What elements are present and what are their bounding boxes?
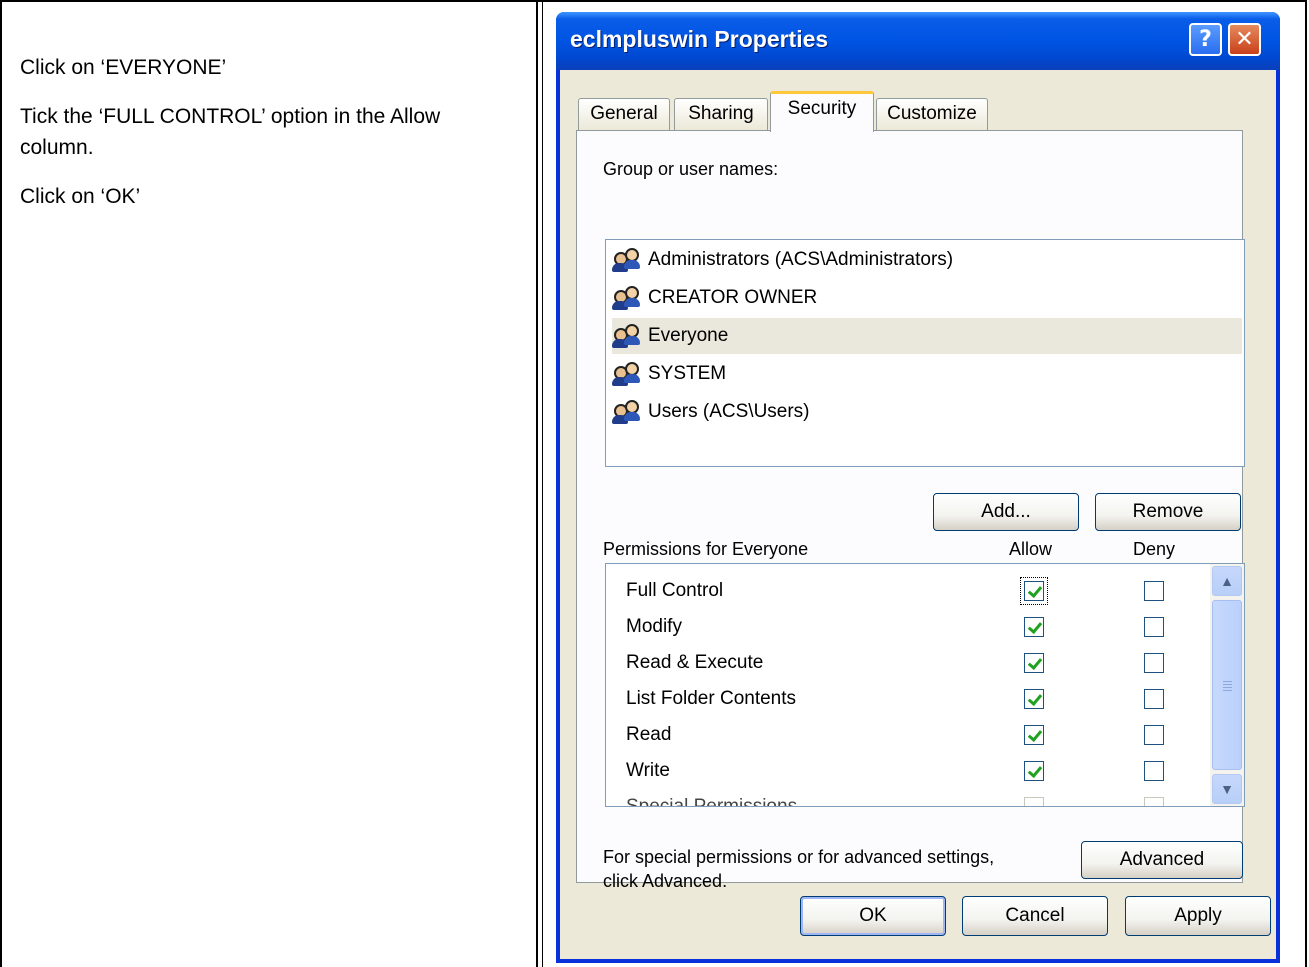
permissions-list[interactable]: Full Control Modify Read & Execute List … [605, 563, 1245, 807]
user-row-creator-owner[interactable]: CREATOR OWNER [612, 280, 1242, 316]
instruction-step-2: Tick the ‘FULL CONTROL’ option in the Al… [20, 105, 441, 159]
title-bar[interactable]: eclmpluswin Properties ? ✕ [556, 12, 1280, 70]
user-listbox[interactable]: Administrators (ACS\Administrators) CREA… [605, 239, 1245, 467]
deny-checkbox-read[interactable] [1144, 725, 1164, 745]
deny-checkbox-read-execute[interactable] [1144, 653, 1164, 673]
user-name: Administrators (ACS\Administrators) [648, 249, 954, 270]
tab-sharing[interactable]: Sharing [674, 98, 768, 130]
deny-header: Deny [1133, 539, 1176, 559]
dialog-body: General Sharing Security Customize Group… [560, 70, 1276, 959]
deny-checkbox-full-control[interactable] [1144, 581, 1164, 601]
chevron-up-icon: ▲ [1220, 573, 1234, 589]
properties-dialog: eclmpluswin Properties ? ✕ General Shari… [556, 12, 1280, 963]
permissions-scrollbar[interactable]: ▲ ▼ [1210, 564, 1244, 806]
advanced-hint-1: For special permissions or for advanced … [603, 847, 995, 867]
scroll-down-button[interactable]: ▼ [1212, 774, 1242, 804]
allow-checkbox-special [1024, 797, 1044, 806]
user-row-everyone[interactable]: Everyone [612, 318, 1242, 354]
deny-checkbox-write[interactable] [1144, 761, 1164, 781]
add-button[interactable]: Add... [933, 493, 1079, 531]
close-icon: ✕ [1235, 27, 1254, 52]
permission-name: Read & Execute [626, 652, 764, 673]
permission-name: List Folder Contents [626, 688, 797, 709]
user-name: Everyone [648, 325, 729, 346]
permission-name: Read [626, 724, 672, 745]
cancel-button[interactable]: Cancel [962, 896, 1108, 936]
security-panel: Group or user names: Administrators (ACS… [576, 130, 1245, 891]
close-button[interactable]: ✕ [1228, 23, 1261, 56]
help-icon: ? [1199, 27, 1212, 52]
apply-button[interactable]: Apply [1125, 896, 1271, 936]
allow-checkbox-write[interactable] [1024, 761, 1044, 781]
permission-row-read-execute: Read & Execute [606, 646, 1206, 682]
permission-name: Special Permissions [626, 796, 798, 807]
scroll-thumb[interactable] [1212, 600, 1242, 770]
remove-button[interactable]: Remove [1095, 493, 1241, 531]
table-divider [536, 0, 538, 967]
user-group-icon [612, 286, 642, 310]
table-divider-inner [542, 0, 543, 967]
user-name: CREATOR OWNER [648, 287, 818, 308]
scroll-up-button[interactable]: ▲ [1212, 566, 1242, 596]
group-label: Group or user names: [603, 159, 779, 179]
instruction-step-3: Click on ‘OK’ [20, 185, 141, 208]
tab-general[interactable]: General [578, 98, 670, 130]
user-name: SYSTEM [648, 363, 727, 384]
permission-row-full-control: Full Control [606, 574, 1206, 610]
ok-button[interactable]: OK [800, 896, 946, 936]
tab-customize[interactable]: Customize [876, 98, 988, 130]
deny-checkbox-modify[interactable] [1144, 617, 1164, 637]
user-group-icon [612, 248, 642, 272]
permission-name: Write [626, 760, 670, 781]
tab-security[interactable]: Security [770, 91, 874, 132]
allow-checkbox-list-folder[interactable] [1024, 689, 1044, 709]
permission-row-read: Read [606, 718, 1206, 754]
help-button[interactable]: ? [1189, 23, 1222, 56]
permission-row-list-folder: List Folder Contents [606, 682, 1206, 718]
user-row-administrators[interactable]: Administrators (ACS\Administrators) [612, 242, 1242, 278]
allow-checkbox-read-execute[interactable] [1024, 653, 1044, 673]
allow-checkbox-read[interactable] [1024, 725, 1044, 745]
user-row-system[interactable]: SYSTEM [612, 356, 1242, 392]
user-group-icon [612, 324, 642, 348]
user-group-icon [612, 400, 642, 424]
user-row-users[interactable]: Users (ACS\Users) [612, 394, 1242, 430]
advanced-hint-2: click Advanced. [603, 871, 728, 891]
permissions-label: Permissions for Everyone [603, 539, 809, 559]
allow-checkbox-modify[interactable] [1024, 617, 1044, 637]
user-name: Users (ACS\Users) [648, 401, 810, 422]
allow-checkbox-full-control[interactable] [1020, 577, 1048, 605]
permission-name: Modify [626, 616, 682, 637]
permission-row-special: Special Permissions [606, 790, 1206, 807]
deny-checkbox-special [1144, 797, 1164, 806]
instruction-text: Click on ‘EVERYONE’ Tick the ‘FULL CONTR… [20, 52, 510, 230]
permission-row-write: Write [606, 754, 1206, 790]
permission-name: Full Control [626, 580, 724, 601]
allow-header: Allow [1009, 539, 1053, 559]
permission-row-modify: Modify [606, 610, 1206, 646]
chevron-down-icon: ▼ [1220, 781, 1234, 797]
advanced-button[interactable]: Advanced [1081, 841, 1243, 879]
user-group-icon [612, 362, 642, 386]
dialog-title: eclmpluswin Properties [570, 26, 829, 52]
deny-checkbox-list-folder[interactable] [1144, 689, 1164, 709]
instruction-step-1: Click on ‘EVERYONE’ [20, 56, 227, 79]
